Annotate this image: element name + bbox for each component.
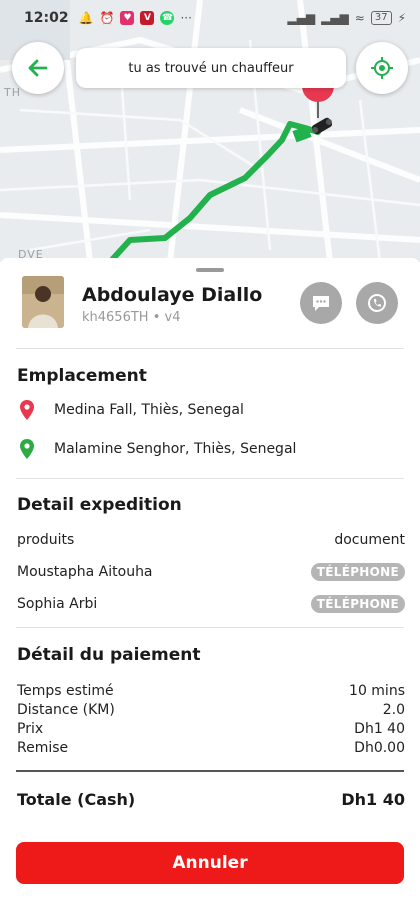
payment-row: Prix Dh1 40 (17, 720, 405, 739)
payment-label: Temps estimé (17, 683, 114, 699)
dropoff-pin-icon (18, 439, 36, 459)
map-view[interactable]: TH DVE (0, 0, 420, 262)
cancel-button[interactable]: Annuler (16, 842, 404, 884)
total-row: Totale (Cash) Dh1 40 (17, 790, 405, 809)
driver-avatar (22, 276, 64, 328)
total-divider (16, 770, 404, 772)
expedition-row: Sophia Arbi TÉLÉPHONE (17, 595, 405, 613)
vehicle-plate: kh4656TH • v4 (82, 310, 181, 325)
status-time: 12:02 (24, 10, 69, 26)
payment-row: Distance (KM) 2.0 (17, 701, 405, 720)
back-button[interactable] (12, 42, 64, 94)
divider (16, 627, 404, 628)
payment-value: 10 mins (349, 683, 405, 699)
map-label: TH (4, 86, 21, 99)
battery-icon: 37 (370, 11, 392, 25)
locate-me-button[interactable] (356, 42, 408, 94)
sender-phone-button[interactable]: TÉLÉPHONE (310, 563, 405, 581)
message-driver-button[interactable] (300, 282, 342, 324)
payment-label: Prix (17, 721, 44, 737)
trip-details-sheet: Abdoulaye Diallo kh4656TH • v4 Emplaceme… (0, 258, 420, 900)
recipient-phone-button[interactable]: TÉLÉPHONE (310, 595, 405, 613)
app-badge-icon: ♥ (120, 11, 135, 25)
phone-icon (368, 294, 386, 312)
whatsapp-icon: ☎ (160, 11, 175, 25)
payment-row: Remise Dh0.00 (17, 739, 405, 758)
total-value: Dh1 40 (341, 790, 405, 809)
divider (16, 348, 404, 349)
system-icons: ▂▄▆ ▂▄▆ ≈ 37 ⚡ (287, 11, 406, 25)
app-v-icon: V (140, 11, 155, 25)
pickup-pin-icon (18, 400, 36, 420)
wifi-icon: ≈ (354, 11, 365, 25)
location-section-title: Emplacement (17, 366, 147, 386)
notification-icons: 🔔 ⏰ ♥ V ☎ ··· (79, 11, 192, 25)
arrow-left-icon (28, 59, 48, 77)
chat-bubble-icon (313, 296, 329, 311)
expedition-value: document (334, 532, 405, 548)
pickup-address: Medina Fall, Thiès, Senegal (54, 402, 244, 418)
expedition-row: Moustapha Aitouha TÉLÉPHONE (17, 563, 405, 581)
payment-section-title: Détail du paiement (17, 645, 201, 665)
signal-icon: ▂▄▆ (287, 11, 316, 25)
payment-row: Temps estimé 10 mins (17, 682, 405, 701)
charging-icon: ⚡ (397, 11, 406, 25)
alarm-icon: ⏰ (99, 11, 115, 25)
divider (16, 478, 404, 479)
dropoff-address: Malamine Senghor, Thiès, Senegal (54, 441, 297, 457)
driver-card: Abdoulaye Diallo kh4656TH • v4 (22, 276, 402, 332)
map-canvas (0, 0, 420, 262)
more-icon: ··· (180, 11, 192, 25)
driver-name: Abdoulaye Diallo (82, 284, 263, 306)
payment-value: Dh1 40 (354, 721, 405, 737)
expedition-label: produits (17, 532, 75, 548)
payment-label: Remise (17, 740, 69, 756)
call-driver-button[interactable] (356, 282, 398, 324)
payment-value: 2.0 (382, 702, 405, 718)
crosshair-icon (371, 57, 393, 79)
total-label: Totale (Cash) (17, 790, 136, 809)
status-title: tu as trouvé un chauffeur (76, 48, 346, 88)
recipient-name: Sophia Arbi (17, 596, 98, 612)
expedition-row: produits document (17, 532, 405, 548)
sender-name: Moustapha Aitouha (17, 564, 153, 580)
status-bar: 12:02 🔔 ⏰ ♥ V ☎ ··· ▂▄▆ ▂▄▆ ≈ 37 ⚡ (0, 0, 420, 36)
drag-handle[interactable] (196, 268, 224, 272)
person-photo-icon (22, 276, 64, 328)
bell-icon: 🔔 (78, 11, 94, 25)
expedition-section-title: Detail expedition (17, 495, 182, 515)
signal-icon: ▂▄▆ (321, 11, 349, 25)
dropoff-location: Malamine Senghor, Thiès, Senegal (18, 439, 296, 459)
payment-value: Dh0.00 (354, 740, 405, 756)
pickup-location: Medina Fall, Thiès, Senegal (18, 400, 244, 420)
payment-label: Distance (KM) (17, 702, 115, 718)
